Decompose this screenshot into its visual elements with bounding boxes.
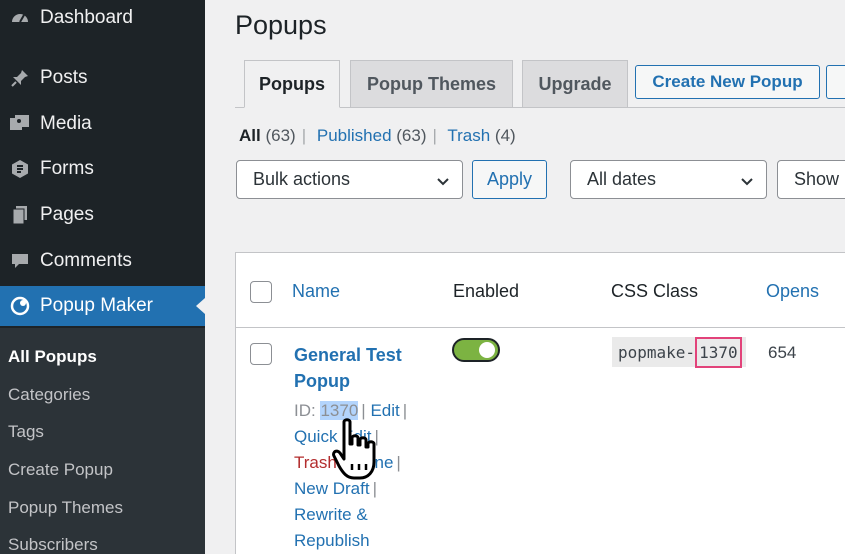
css-class-prefix: popmake- bbox=[618, 342, 696, 362]
submenu-all-popups[interactable]: All Popups bbox=[8, 347, 97, 367]
column-opens-header[interactable]: Opens bbox=[766, 281, 819, 302]
filter-separator: | bbox=[432, 126, 437, 145]
rewrite-republish-link-line-1[interactable]: Rewrite & bbox=[294, 502, 368, 528]
filter-published-count: (63) bbox=[396, 126, 427, 145]
bulk-actions-select[interactable]: Bulk actions bbox=[236, 160, 463, 199]
bulk-actions-value: Bulk actions bbox=[253, 169, 351, 189]
comment-icon bbox=[0, 251, 40, 271]
menu-item-pages[interactable]: Pages bbox=[0, 195, 205, 235]
enabled-toggle[interactable] bbox=[452, 338, 500, 362]
filter-published[interactable]: Published bbox=[317, 126, 392, 145]
filter-all-count: (63) bbox=[265, 126, 296, 145]
table-header-divider bbox=[235, 327, 845, 328]
pin-icon bbox=[0, 68, 40, 88]
opens-count: 654 bbox=[768, 343, 797, 362]
admin-sidebar: Dashboard Posts Media Forms Pages Commen… bbox=[0, 0, 205, 554]
pages-icon bbox=[0, 205, 40, 225]
menu-item-posts[interactable]: Posts bbox=[0, 58, 205, 98]
filter-all[interactable]: All bbox=[239, 126, 261, 145]
media-icon bbox=[0, 114, 40, 134]
tab-popup-themes[interactable]: Popup Themes bbox=[350, 60, 513, 108]
action-separator: | bbox=[402, 401, 408, 420]
select-all-checkbox[interactable] bbox=[250, 281, 272, 303]
submenu-categories[interactable]: Categories bbox=[8, 385, 90, 405]
status-filters: All (63) | Published (63) | Trash (4) bbox=[239, 126, 516, 146]
submenu-create-popup[interactable]: Create Popup bbox=[8, 460, 113, 480]
popup-maker-submenu: All Popups Categories Tags Create Popup … bbox=[0, 328, 205, 554]
filter-trash[interactable]: Trash bbox=[447, 126, 490, 145]
rewrite-republish-link-line-2[interactable]: Republish bbox=[294, 528, 370, 554]
popup-maker-icon bbox=[0, 296, 40, 316]
column-name-header[interactable]: Name bbox=[292, 281, 340, 302]
submenu-popup-themes[interactable]: Popup Themes bbox=[8, 498, 123, 518]
toggle-knob bbox=[479, 342, 495, 358]
filter-trash-count: (4) bbox=[494, 126, 516, 145]
date-filter-value: All dates bbox=[587, 169, 657, 189]
show-filter-select[interactable]: Show bbox=[777, 160, 845, 199]
forms-icon bbox=[0, 159, 40, 179]
popup-title-link[interactable]: General Test Popup bbox=[294, 342, 444, 394]
chevron-down-icon bbox=[740, 173, 754, 194]
next-header-button[interactable] bbox=[826, 65, 845, 99]
apply-button[interactable]: Apply bbox=[472, 160, 547, 199]
menu-item-popup-maker[interactable]: Popup Maker bbox=[0, 286, 205, 326]
action-separator: | bbox=[396, 453, 401, 472]
show-filter-value: Show bbox=[794, 169, 840, 189]
menu-item-dashboard[interactable]: Dashboard bbox=[0, 0, 205, 38]
popup-id-label: ID: bbox=[294, 401, 316, 420]
css-class-code: popmake- 1370 bbox=[612, 336, 746, 368]
submenu-tags[interactable]: Tags bbox=[8, 422, 44, 442]
menu-item-media[interactable]: Media bbox=[0, 104, 205, 144]
css-class-id-highlight: 1370 bbox=[695, 336, 742, 368]
menu-item-comments[interactable]: Comments bbox=[0, 241, 205, 281]
column-css-class-header: CSS Class bbox=[611, 281, 699, 301]
chevron-down-icon bbox=[436, 173, 450, 194]
tab-upgrade[interactable]: Upgrade bbox=[522, 60, 628, 108]
row-checkbox[interactable] bbox=[250, 343, 272, 365]
page-title: Popups bbox=[235, 10, 327, 40]
hand-pointer-cursor-icon bbox=[330, 418, 384, 487]
dashboard-icon bbox=[0, 8, 40, 28]
date-filter-select[interactable]: All dates bbox=[570, 160, 767, 199]
create-new-popup-button[interactable]: Create New Popup bbox=[635, 65, 820, 99]
tab-popups[interactable]: Popups bbox=[244, 60, 340, 108]
menu-item-forms[interactable]: Forms bbox=[0, 149, 205, 189]
filter-separator: | bbox=[301, 126, 307, 145]
column-enabled-header: Enabled bbox=[453, 281, 520, 301]
submenu-subscribers[interactable]: Subscribers bbox=[8, 535, 98, 554]
